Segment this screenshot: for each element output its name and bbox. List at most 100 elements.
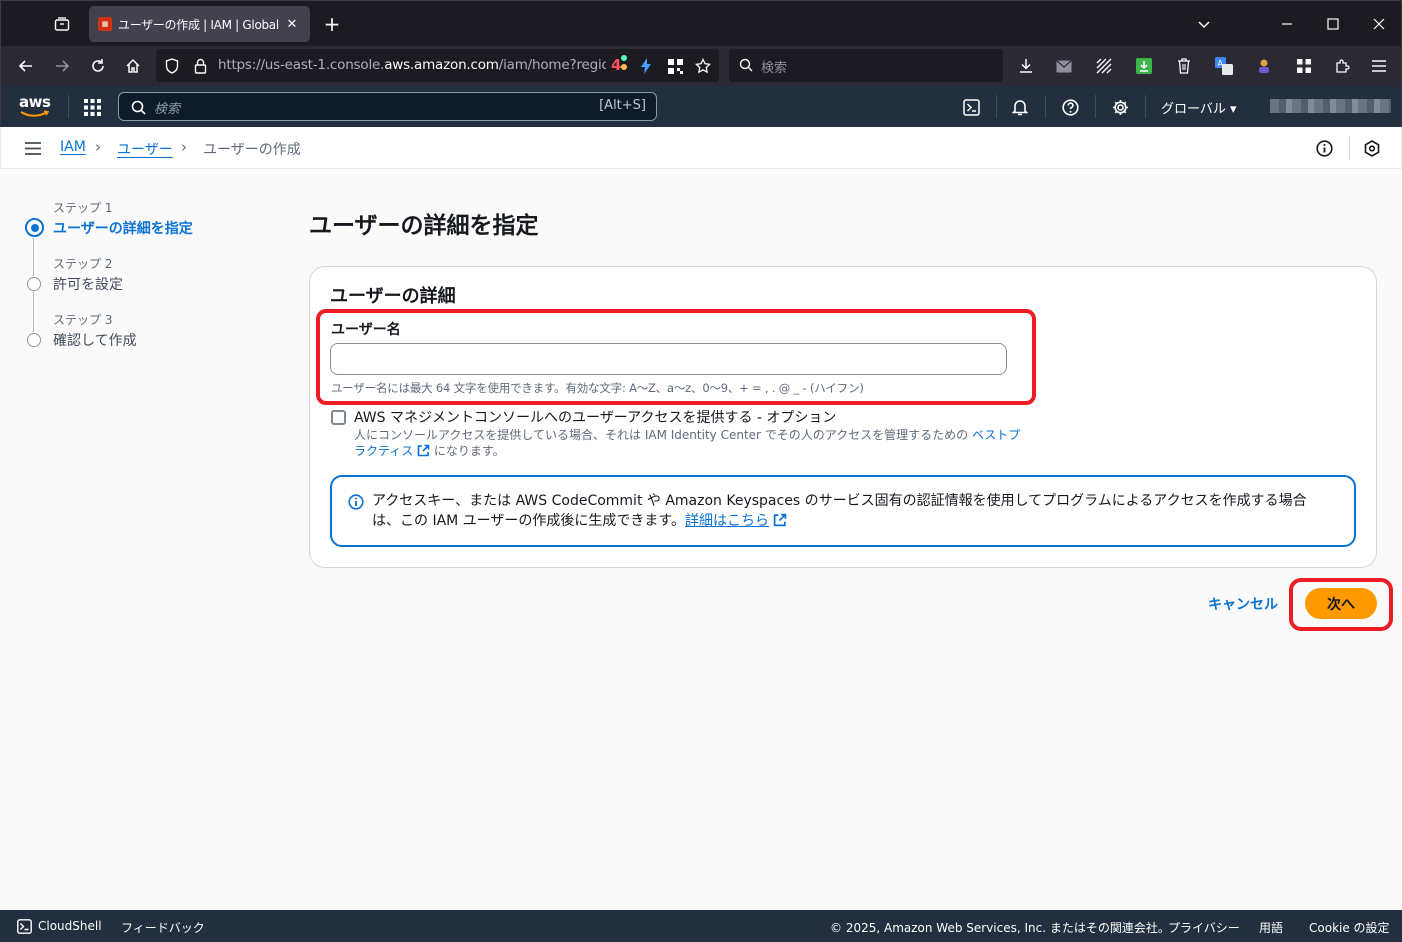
step-1-current-icon bbox=[25, 218, 44, 237]
console-access-checkbox[interactable] bbox=[331, 410, 346, 425]
username-constraint-hint: ユーザー名には最大 64 文字を使用できます。有効な文字: A～Z、a～z、0～… bbox=[331, 381, 864, 395]
pattern-extension-icon[interactable] bbox=[1093, 55, 1115, 77]
url-suffix: /iam/home?region=u bbox=[498, 57, 606, 73]
breadcrumb-separator: › bbox=[181, 138, 187, 156]
step-1-name: ユーザーの詳細を指定 bbox=[53, 221, 193, 237]
cloudshell-icon[interactable] bbox=[960, 96, 982, 118]
app-menu-icon[interactable] bbox=[1368, 55, 1390, 77]
header-divider bbox=[1095, 95, 1096, 118]
navigation-menu-icon[interactable] bbox=[22, 137, 44, 159]
header-divider bbox=[68, 95, 69, 118]
cancel-button[interactable]: キャンセル bbox=[1208, 594, 1278, 614]
bookmark-star-icon[interactable] bbox=[693, 56, 713, 76]
browser-nav-bar: https://us-east-1.console.aws.amazon.com… bbox=[0, 46, 1402, 86]
mail-icon[interactable] bbox=[1053, 55, 1075, 77]
console-access-label[interactable]: AWS マネジメントコンソールへのユーザーアクセスを提供する - オプション bbox=[354, 407, 836, 427]
breadcrumb-bar: IAM › ユーザー › ユーザーの作成 bbox=[0, 127, 1402, 169]
minimize-window-icon[interactable] bbox=[1277, 14, 1297, 34]
maximize-window-icon[interactable] bbox=[1323, 14, 1343, 34]
account-menu-redacted[interactable] bbox=[1270, 99, 1391, 113]
info-panel-icon[interactable] bbox=[1313, 137, 1335, 159]
learn-more-link-text: 詳細はこちら bbox=[685, 513, 770, 529]
step-connector bbox=[33, 238, 34, 276]
tab-title: ユーザーの作成 | IAM | Global bbox=[118, 17, 279, 32]
lightning-icon[interactable] bbox=[636, 56, 656, 76]
cloudshell-icon[interactable] bbox=[16, 918, 33, 935]
new-tab-button[interactable]: + bbox=[321, 11, 343, 37]
extensions-puzzle-icon[interactable] bbox=[1332, 55, 1354, 77]
iam-favicon-icon: ▦ bbox=[98, 17, 112, 31]
settings-gear-icon[interactable] bbox=[1109, 96, 1131, 118]
notifications-bell-icon[interactable] bbox=[1009, 96, 1031, 118]
aws-search-shortcut: [Alt+S] bbox=[599, 98, 646, 113]
breadcrumb-iam-link[interactable]: IAM bbox=[60, 139, 86, 155]
browser-title-bar: ▦ ユーザーの作成 | IAM | Global ✕ + bbox=[0, 0, 1402, 46]
learn-more-link[interactable]: 詳細はこちら bbox=[685, 513, 769, 529]
browser-tab-active[interactable]: ▦ ユーザーの作成 | IAM | Global ✕ bbox=[89, 6, 310, 42]
step-2-label: ステップ 2 bbox=[53, 257, 113, 271]
copyright-text: © 2025, Amazon Web Services, Inc. またはその関… bbox=[830, 921, 1170, 935]
aws-console-header: aws 検索 [Alt+S] グローバル ▾ bbox=[0, 86, 1402, 127]
qr-code-icon[interactable] bbox=[665, 56, 685, 76]
close-window-icon[interactable] bbox=[1369, 14, 1389, 34]
aws-search-placeholder: 検索 bbox=[154, 102, 181, 117]
step-2-icon bbox=[27, 277, 41, 291]
breadcrumb-separator: › bbox=[95, 138, 101, 156]
feedback-link[interactable]: フィードバック bbox=[121, 919, 205, 936]
search-icon bbox=[737, 56, 755, 74]
reload-icon[interactable] bbox=[87, 55, 109, 77]
help-icon[interactable] bbox=[1059, 96, 1081, 118]
step-connector bbox=[33, 292, 34, 332]
cookie-settings-link[interactable]: Cookie の設定 bbox=[1309, 919, 1390, 936]
aws-logo[interactable]: aws bbox=[18, 92, 52, 120]
region-selector[interactable]: グローバル ▾ bbox=[1161, 98, 1237, 117]
step-3-name: 確認して作成 bbox=[53, 333, 137, 349]
next-button[interactable]: 次へ bbox=[1305, 588, 1377, 619]
browser-search-box[interactable]: 検索 bbox=[729, 49, 1003, 82]
addon-badge-icon[interactable]: 4 bbox=[611, 55, 629, 75]
step-3-icon bbox=[27, 333, 41, 347]
external-link-icon bbox=[774, 513, 787, 527]
url-domain: aws.amazon.com bbox=[384, 57, 499, 73]
address-bar[interactable]: https://us-east-1.console.aws.amazon.com… bbox=[156, 49, 719, 82]
info-icon bbox=[347, 493, 365, 511]
info-alert: アクセスキー、または AWS CodeCommit や Amazon Keysp… bbox=[330, 475, 1356, 547]
forward-arrow-icon[interactable] bbox=[51, 55, 73, 77]
addon-badge-number: 4 bbox=[611, 56, 622, 74]
header-divider bbox=[1145, 95, 1146, 118]
cloudshell-link[interactable]: CloudShell bbox=[38, 919, 102, 933]
console-access-description: 人にコンソールアクセスを提供している場合、それは IAM Identity Ce… bbox=[354, 427, 1024, 459]
search-icon bbox=[129, 98, 147, 116]
services-grid-icon[interactable] bbox=[81, 96, 103, 118]
tab-list-icon[interactable] bbox=[51, 13, 73, 35]
svg-text:A: A bbox=[1218, 59, 1224, 68]
privacy-link[interactable]: プライバシー bbox=[1168, 919, 1240, 936]
back-arrow-icon[interactable] bbox=[15, 55, 37, 77]
aws-search-box[interactable]: 検索 [Alt+S] bbox=[118, 92, 657, 121]
external-link-icon bbox=[417, 444, 430, 457]
browser-search-placeholder: 検索 bbox=[761, 61, 788, 76]
username-input[interactable] bbox=[330, 343, 1007, 375]
tab-close-icon[interactable]: ✕ bbox=[284, 17, 300, 32]
url-prefix: https://us-east-1.console. bbox=[218, 57, 385, 73]
aws-logo-text: aws bbox=[19, 93, 51, 111]
tracking-shield-icon[interactable] bbox=[162, 56, 182, 76]
header-divider bbox=[996, 95, 997, 118]
tab-overflow-chevron-icon[interactable] bbox=[1194, 14, 1214, 34]
terms-link[interactable]: 用語 bbox=[1259, 919, 1283, 936]
console-desc-text-end: になります。 bbox=[430, 444, 505, 458]
download-icon[interactable] bbox=[1015, 55, 1037, 77]
green-download-extension-icon[interactable] bbox=[1133, 55, 1155, 77]
extensions-grid-icon[interactable] bbox=[1293, 55, 1315, 77]
breadcrumb-users-link[interactable]: ユーザー bbox=[117, 139, 173, 159]
trash-icon[interactable] bbox=[1173, 55, 1195, 77]
panel-divider bbox=[1349, 136, 1350, 160]
info-alert-text: アクセスキー、または AWS CodeCommit や Amazon Keysp… bbox=[372, 491, 1332, 531]
username-label: ユーザー名 bbox=[331, 322, 401, 338]
translate-icon[interactable]: A bbox=[1213, 55, 1235, 77]
header-divider bbox=[1045, 95, 1046, 118]
home-icon[interactable] bbox=[122, 55, 144, 77]
character-extension-icon[interactable] bbox=[1253, 55, 1275, 77]
padlock-icon[interactable] bbox=[190, 56, 210, 76]
hexagon-help-icon[interactable] bbox=[1361, 137, 1383, 159]
